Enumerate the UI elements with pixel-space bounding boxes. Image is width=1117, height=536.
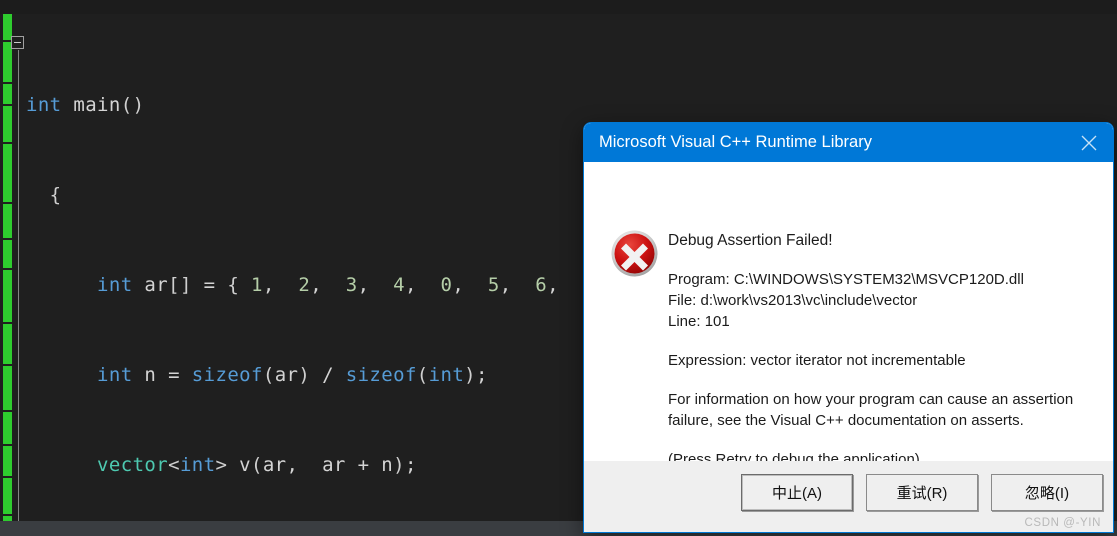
dialog-button-row: 中止(A) 重试(R) 忽略(I): [741, 474, 1103, 511]
close-icon[interactable]: [1065, 123, 1113, 162]
dialog-footer: 中止(A) 重试(R) 忽略(I) CSDN @-YIN: [584, 461, 1113, 532]
indent-guide: [18, 50, 24, 526]
runtime-error-dialog: Microsoft Visual C++ Runtime Library Deb…: [583, 122, 1114, 533]
ignore-button[interactable]: 忽略(I): [991, 474, 1103, 511]
watermark: CSDN @-YIN: [1024, 517, 1101, 529]
dialog-info-line-2: failure, see the Visual C++ documentatio…: [668, 412, 1024, 429]
dialog-title-bar: Microsoft Visual C++ Runtime Library: [584, 123, 1113, 162]
dialog-body: Debug Assertion Failed! Program: C:\WIND…: [584, 162, 1113, 487]
dialog-file-line: File: d:\work\vs2013\vc\include\vector: [668, 292, 918, 309]
error-circle-x-icon: [611, 230, 658, 277]
change-bar-gutter: [3, 14, 12, 536]
dialog-title: Microsoft Visual C++ Runtime Library: [599, 133, 872, 151]
dialog-line-number: Line: 101: [668, 313, 730, 330]
minus-box-icon[interactable]: [11, 36, 24, 49]
dialog-expression-line: Expression: vector iterator not incremen…: [668, 352, 966, 369]
retry-button[interactable]: 重试(R): [866, 474, 978, 511]
dialog-program-line: Program: C:\WINDOWS\SYSTEM32\MSVCP120D.d…: [668, 271, 1024, 288]
code-line: int main(): [24, 89, 725, 120]
dialog-headline: Debug Assertion Failed!: [668, 232, 833, 249]
dialog-info-line-1: For information on how your program can …: [668, 391, 1074, 408]
editor-top-strip: [0, 0, 1117, 14]
screen: int main() { int ar[] = { 1, 2, 3, 4, 0,…: [0, 0, 1117, 536]
dialog-message: Debug Assertion Failed! Program: C:\WIND…: [668, 230, 1093, 470]
abort-button[interactable]: 中止(A): [741, 474, 853, 511]
